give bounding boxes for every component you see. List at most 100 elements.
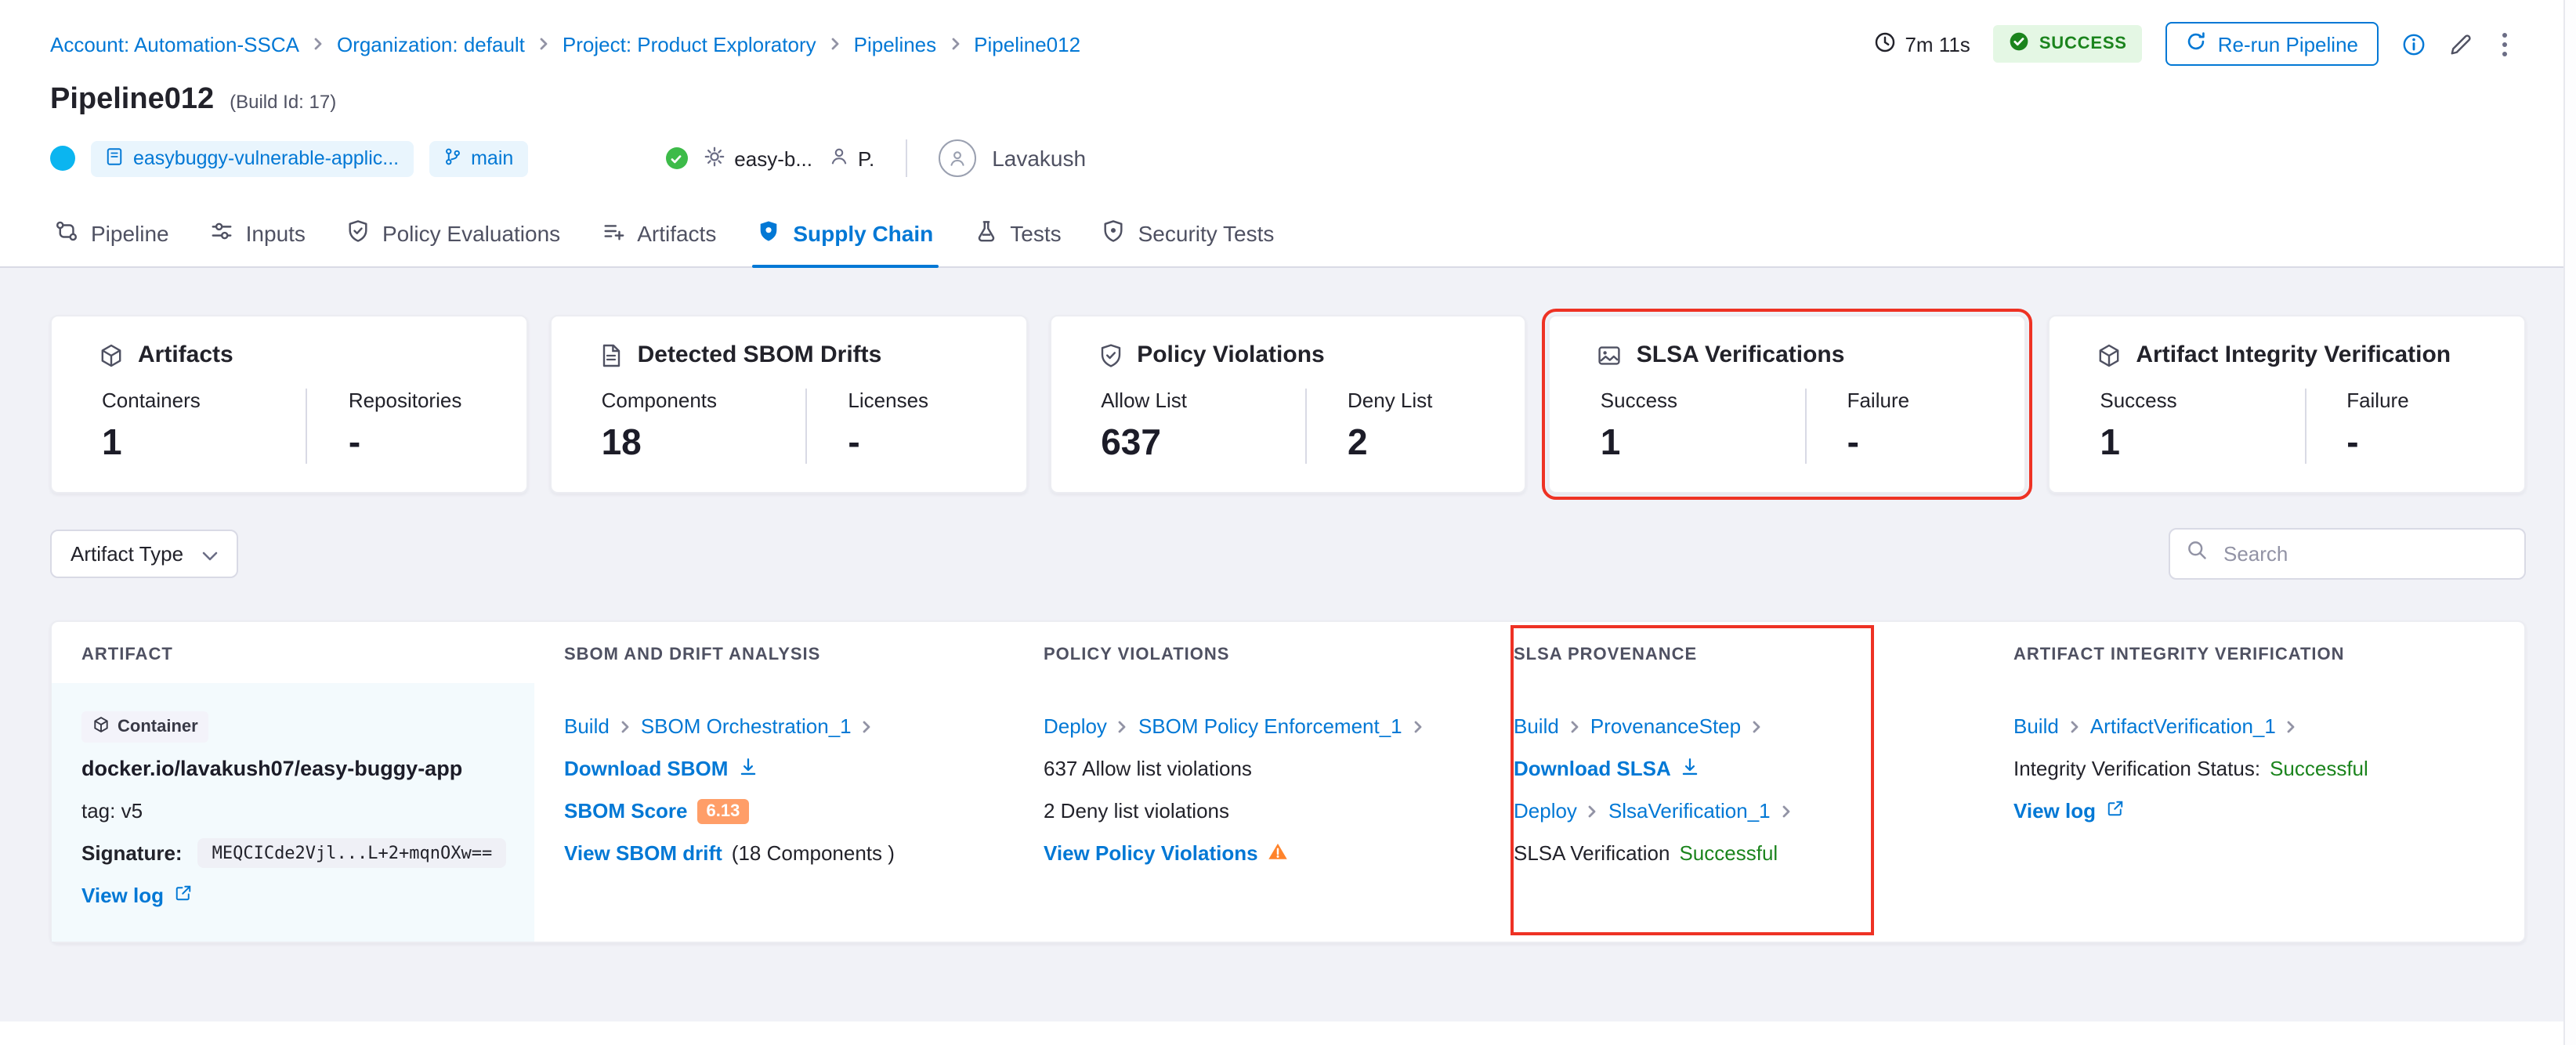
list-plus-icon: [601, 219, 624, 247]
propagated-item[interactable]: P.: [828, 146, 874, 171]
pipeline-duration: 7m 11s: [1873, 31, 1970, 57]
chevron-right-icon: [1568, 720, 1581, 732]
slsa-cell: Build ProvenanceStep Download SLSA Deplo…: [1484, 683, 1984, 942]
build-id: (Build Id: 17): [230, 91, 337, 113]
vertical-divider: [906, 139, 908, 177]
chevron-right-icon: [1780, 805, 1793, 817]
stage-link[interactable]: Build: [564, 714, 610, 738]
tab-supply-chain[interactable]: Supply Chain: [736, 199, 953, 268]
download-slsa-line: Download SLSA: [1514, 747, 1956, 790]
card-title: SLSA Verifications: [1636, 342, 1845, 368]
search-icon: [2186, 539, 2208, 569]
step-link[interactable]: ProvenanceStep: [1590, 714, 1741, 738]
chevron-right-icon: [619, 720, 631, 732]
view-policy-violations-link[interactable]: View Policy Violations: [1044, 841, 1258, 865]
card-columns: Success 1 Failure -: [2050, 389, 2524, 464]
warning-icon: [1268, 841, 1288, 866]
step-link[interactable]: SBOM Orchestration_1: [641, 714, 852, 738]
user-name: Lavakush: [992, 146, 1087, 171]
cube-icon: [99, 342, 124, 367]
chevron-right-icon: [1116, 720, 1129, 732]
service-item[interactable]: easy-b...: [703, 145, 812, 172]
search-input[interactable]: [2220, 541, 2509, 567]
breadcrumb-pipeline012[interactable]: Pipeline012: [974, 32, 1080, 56]
view-log-link[interactable]: View log: [81, 884, 164, 907]
tab-policy-evaluations[interactable]: Policy Evaluations: [326, 199, 581, 266]
step-link[interactable]: SlsaVerification_1: [1608, 799, 1771, 823]
more-options-icon[interactable]: [2496, 29, 2513, 59]
breadcrumb-account[interactable]: Account: Automation-SSCA: [50, 32, 299, 56]
breadcrumb-organization[interactable]: Organization: default: [337, 32, 525, 56]
stat-value: 2: [1348, 421, 1368, 462]
check-circle-icon: [2010, 31, 2030, 56]
chevron-right-icon: [861, 720, 874, 732]
card-artifacts: Artifacts Containers 1 Repositories -: [50, 315, 528, 494]
bottom-strip: [0, 1021, 2576, 1045]
rerun-pipeline-button[interactable]: Re-run Pipeline: [2165, 22, 2379, 66]
card-title-row: Artifact Integrity Verification: [2050, 342, 2524, 368]
download-slsa-link[interactable]: Download SLSA: [1514, 757, 1671, 780]
step-link[interactable]: SBOM Policy Enforcement_1: [1138, 714, 1402, 738]
chevron-right-icon: [2285, 720, 2298, 732]
card-artifact-integrity: Artifact Integrity Verification Success …: [2048, 315, 2526, 494]
stat-label: Licenses: [848, 389, 929, 412]
sbom-score-link[interactable]: SBOM Score: [564, 799, 688, 823]
column-header-policy: POLICY VIOLATIONS: [1044, 645, 1230, 664]
card-col: Success 1: [2050, 389, 2304, 464]
table-row: Container docker.io/lavakush07/easy-bugg…: [52, 683, 2524, 942]
step-link[interactable]: ArtifactVerification_1: [2090, 714, 2276, 738]
artifact-signature-line: Signature: MEQCICde2Vjl...L+2+mqnOXw==: [81, 832, 507, 874]
slsa-status-label: SLSA Verification: [1514, 841, 1670, 865]
sbom-score-line: SBOM Score 6.13: [564, 790, 986, 832]
user-avatar[interactable]: [939, 139, 977, 177]
container-type-badge: Container: [81, 711, 209, 742]
stage-link[interactable]: Build: [1514, 714, 1559, 738]
stat-value: -: [1847, 421, 1859, 462]
slsa-verification-step-line: Deploy SlsaVerification_1: [1514, 790, 1956, 832]
breadcrumb-row: Account: Automation-SSCA Organization: d…: [50, 22, 2513, 66]
tab-tests[interactable]: Tests: [953, 199, 1081, 266]
breadcrumb-pipelines[interactable]: Pipelines: [854, 32, 937, 56]
chevron-down-icon: [202, 551, 218, 560]
chevron-right-icon: [2068, 720, 2081, 732]
inputs-icon: [210, 219, 233, 247]
view-sbom-drift-link[interactable]: View SBOM drift: [564, 841, 722, 865]
card-title-row: SLSA Verifications: [1550, 342, 2025, 368]
stat-value: 18: [601, 421, 642, 462]
artifact-type-dropdown[interactable]: Artifact Type: [50, 530, 239, 578]
clock-icon: [1873, 31, 1895, 57]
chevron-right-icon: [1586, 805, 1599, 817]
cube-icon: [2097, 342, 2122, 367]
document-icon: [599, 342, 624, 367]
stage-link[interactable]: Deploy: [1044, 714, 1107, 738]
download-sbom-link[interactable]: Download SBOM: [564, 757, 728, 780]
tab-artifacts[interactable]: Artifacts: [581, 199, 736, 266]
view-log-link[interactable]: View log: [2013, 799, 2096, 823]
tab-security-tests[interactable]: Security Tests: [1082, 199, 1295, 266]
chevron-right-icon: [537, 38, 550, 50]
container-cube-icon: [92, 715, 110, 737]
repo-chip[interactable]: easybuggy-vulnerable-applic...: [91, 140, 414, 176]
edit-pencil-icon[interactable]: [2449, 32, 2473, 56]
signature-label: Signature:: [81, 841, 183, 865]
breadcrumb-project[interactable]: Project: Product Exploratory: [563, 32, 816, 56]
chevron-right-icon: [829, 38, 841, 50]
drift-component-count: (18 Components ): [731, 841, 895, 865]
service-name: easy-b...: [734, 146, 812, 170]
card-sbom-drifts: Detected SBOM Drifts Components 18 Licen…: [549, 315, 1028, 494]
summary-cards: Artifacts Containers 1 Repositories - De…: [50, 309, 2526, 500]
artifact-tag: tag: v5: [81, 799, 143, 823]
stage-link[interactable]: Build: [2013, 714, 2059, 738]
tab-pipeline[interactable]: Pipeline: [34, 199, 190, 266]
stat-label: Allow List: [1101, 389, 1188, 412]
deny-list-violations: 2 Deny list violations: [1044, 799, 1229, 823]
supply-chain-content: Artifacts Containers 1 Repositories - De…: [0, 268, 2576, 1021]
branch-chip[interactable]: main: [429, 140, 528, 176]
external-link-icon: [173, 884, 192, 907]
info-icon[interactable]: [2402, 32, 2426, 56]
stage-link[interactable]: Deploy: [1514, 799, 1577, 823]
flask-icon: [974, 219, 997, 247]
right-edge-divider: [2563, 0, 2576, 1045]
tab-inputs[interactable]: Inputs: [190, 199, 326, 266]
slsa-verification-status-line: SLSA Verification Successful: [1514, 832, 1956, 874]
